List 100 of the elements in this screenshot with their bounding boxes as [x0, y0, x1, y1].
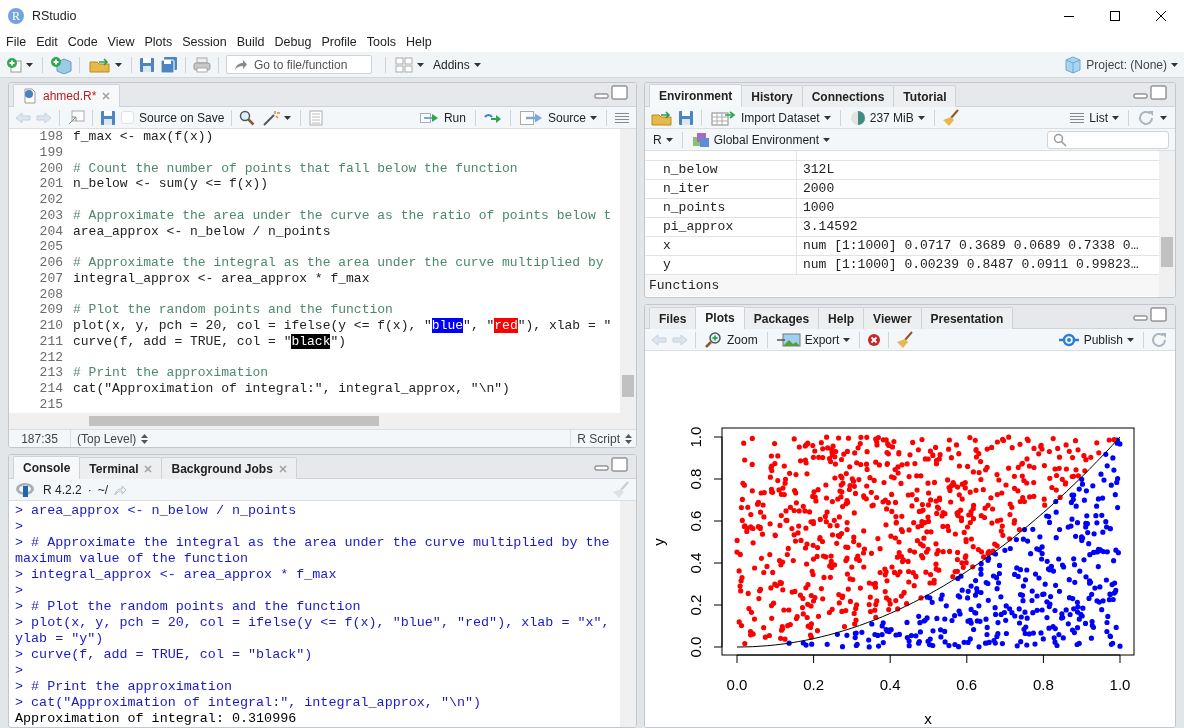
pane-tab[interactable]: Console: [13, 456, 81, 479]
caret-icon: [1127, 337, 1134, 342]
code-line: # Print the approximation: [73, 365, 270, 381]
pane-tab[interactable]: Plots: [695, 306, 745, 329]
file-type-selector[interactable]: R Script: [570, 429, 636, 447]
broom-icon[interactable]: [896, 330, 915, 349]
search-icon[interactable]: [239, 109, 256, 126]
menu-item[interactable]: Code: [62, 32, 103, 52]
line-number: 210: [38, 318, 63, 334]
run-button[interactable]: Run: [417, 107, 468, 128]
pane-maximize-icon[interactable]: [1150, 306, 1167, 323]
project-button[interactable]: Project: (None): [1062, 54, 1180, 75]
save-icon[interactable]: [678, 109, 694, 126]
pane-tab[interactable]: Terminal: [79, 457, 163, 479]
pane-tab[interactable]: Packages: [743, 307, 820, 329]
variable-value: 312L: [802, 161, 835, 180]
menu-item[interactable]: File: [1, 32, 32, 52]
arrow-icon: [234, 59, 248, 71]
menu-item[interactable]: Tools: [361, 32, 401, 52]
console-line: > # Approximate the integral as the area under the curve multiplied by the: [15, 535, 611, 551]
code-line: # Count the number of points that fall below the function: [73, 160, 519, 177]
publish-button[interactable]: Publish: [1055, 329, 1136, 350]
pane-maximize-icon[interactable]: [611, 84, 628, 101]
close-icon[interactable]: [1156, 11, 1166, 21]
menu-item[interactable]: Session: [177, 32, 232, 52]
environment-selector[interactable]: Global Environment: [689, 129, 833, 150]
save-icon[interactable]: [100, 109, 116, 126]
scrollbar[interactable]: [9, 413, 636, 429]
save-all-icon[interactable]: [160, 55, 178, 74]
pane-tab[interactable]: Tutorial: [893, 85, 957, 107]
share-icon[interactable]: [114, 484, 127, 495]
pane-tab[interactable]: Presentation: [920, 307, 1014, 329]
save-icon[interactable]: [139, 56, 155, 73]
notebook-icon[interactable]: [308, 109, 325, 126]
language-button[interactable]: R: [651, 129, 675, 150]
checkbox[interactable]: [121, 111, 134, 124]
pane-tab[interactable]: Files: [649, 307, 697, 329]
menu-item[interactable]: View: [102, 32, 140, 52]
menu-item[interactable]: Plots: [139, 32, 178, 52]
addins-button[interactable]: Addins: [431, 54, 483, 75]
line-number: 214: [38, 381, 63, 397]
variable-name: pi_approx: [645, 218, 797, 236]
pane-maximize-icon[interactable]: [1150, 84, 1167, 101]
scrollbar[interactable]: [1159, 151, 1175, 297]
caret-icon: [26, 62, 33, 67]
refresh-icon[interactable]: [1151, 331, 1169, 348]
console-line: maximum value of the function: [15, 551, 250, 567]
zoom-button[interactable]: Zoom: [703, 329, 760, 350]
outline-icon[interactable]: [614, 111, 630, 124]
console-line: > curve(f, add = TRUE, col = "black"): [15, 647, 314, 663]
layout-button[interactable]: [393, 54, 426, 75]
wand-icon: [262, 109, 281, 126]
menu-item[interactable]: Edit: [31, 32, 63, 52]
scope-selector[interactable]: (Top Level): [71, 429, 149, 447]
export-button[interactable]: Export: [774, 329, 853, 350]
pane-tab[interactable]: Help: [818, 307, 865, 329]
menu-item[interactable]: Build: [231, 32, 270, 52]
line-number: 202: [38, 192, 63, 208]
console-line: > integral_approx <- area_approx * f_max: [15, 567, 338, 583]
pane-tab[interactable]: Environment: [649, 84, 743, 107]
menu-item[interactable]: Help: [401, 32, 437, 52]
separator-dot: ·: [87, 481, 92, 499]
sort-arrows-icon: [625, 433, 632, 444]
menu-item[interactable]: Debug: [269, 32, 317, 52]
working-directory[interactable]: ~/: [97, 480, 109, 499]
file-tab[interactable]: ahmed.R*: [13, 84, 121, 107]
import-dataset-button[interactable]: Import Dataset: [709, 107, 833, 128]
pane-tab[interactable]: Connections: [801, 85, 895, 107]
pane-tab[interactable]: Background Jobs: [161, 457, 297, 479]
scrollbar[interactable]: [620, 129, 636, 413]
scrollbar[interactable]: [620, 501, 636, 727]
line-number: 208: [38, 286, 63, 303]
tick-label: 0.0: [687, 636, 704, 658]
tick-label: 0.4: [687, 552, 704, 574]
memory-usage-button[interactable]: 237 MiB: [847, 107, 927, 128]
search-field[interactable]: [1047, 130, 1169, 149]
line-number: 211: [38, 333, 63, 350]
menu-item[interactable]: Profile: [316, 32, 362, 52]
zoom-icon: [705, 330, 723, 349]
show-in-window-icon[interactable]: [67, 109, 85, 126]
folder-icon[interactable]: [651, 109, 673, 126]
stack-icon: [691, 131, 710, 148]
view-mode-button[interactable]: List: [1067, 107, 1121, 128]
tick-label: 0.6: [956, 676, 978, 693]
pane-maximize-icon[interactable]: [611, 456, 628, 473]
rerun-icon[interactable]: [482, 111, 503, 124]
line-number: 203: [38, 207, 63, 224]
source-button[interactable]: Source: [517, 107, 599, 128]
print-icon[interactable]: [193, 56, 211, 73]
broom-icon[interactable]: [941, 108, 960, 127]
pane-tab[interactable]: History: [741, 85, 803, 107]
new-project-icon[interactable]: [50, 55, 72, 74]
caret-icon: [284, 115, 292, 120]
go-to-file-field[interactable]: Go to file/function: [226, 55, 372, 74]
pane-tab[interactable]: Viewer: [863, 307, 922, 329]
code-line: n_below <- sum(y <= f(x)): [73, 176, 270, 192]
maximize-icon[interactable]: [1110, 11, 1120, 21]
list-icon: [1069, 111, 1086, 124]
remove-icon[interactable]: [867, 332, 882, 347]
caret-icon: [473, 62, 481, 67]
